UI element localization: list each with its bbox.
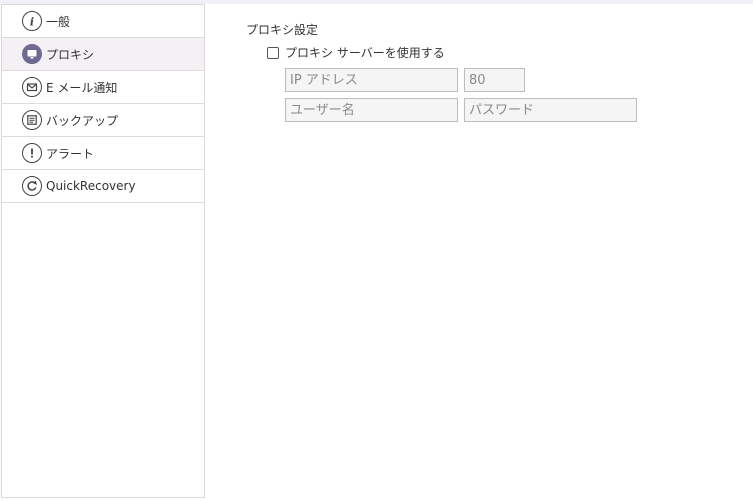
use-proxy-label: プロキシ サーバーを使用する: [285, 46, 445, 60]
sidebar-item-label: プロキシ: [46, 47, 95, 62]
monitor-icon: [22, 44, 42, 64]
info-icon: i: [22, 11, 42, 31]
refresh-icon: [22, 176, 42, 196]
sidebar-item-label: 一般: [46, 14, 71, 29]
svg-text:i: i: [30, 16, 34, 28]
ip-address-input[interactable]: [285, 68, 458, 92]
proxy-settings-panel: プロキシ設定 プロキシ サーバーを使用する: [206, 4, 753, 500]
sidebar-item-backup[interactable]: バックアップ: [2, 104, 204, 137]
sidebar-item-proxy[interactable]: プロキシ: [2, 38, 204, 71]
sidebar-item-label: E メール通知: [46, 80, 118, 95]
use-proxy-checkbox[interactable]: [267, 46, 279, 59]
port-input[interactable]: [464, 68, 525, 92]
sidebar-item-email-notification[interactable]: E メール通知: [2, 71, 204, 104]
section-title: プロキシ設定: [246, 23, 319, 37]
use-proxy-checkbox-row[interactable]: プロキシ サーバーを使用する: [267, 44, 445, 61]
alert-icon: [22, 143, 42, 163]
sidebar-item-quickrecovery[interactable]: QuickRecovery: [2, 170, 204, 203]
sidebar-item-label: QuickRecovery: [46, 179, 136, 193]
list-icon: [22, 110, 42, 130]
mail-icon: [22, 77, 42, 97]
sidebar-item-general[interactable]: i 一般: [2, 5, 204, 38]
password-input[interactable]: [464, 98, 637, 122]
sidebar-item-label: アラート: [46, 146, 95, 161]
sidebar-item-alert[interactable]: アラート: [2, 137, 204, 170]
username-input[interactable]: [285, 98, 458, 122]
settings-sidebar: i 一般 プロキシ E メール通知 バックアップ アラート QuickRecov…: [1, 4, 205, 498]
sidebar-item-label: バックアップ: [46, 113, 119, 128]
